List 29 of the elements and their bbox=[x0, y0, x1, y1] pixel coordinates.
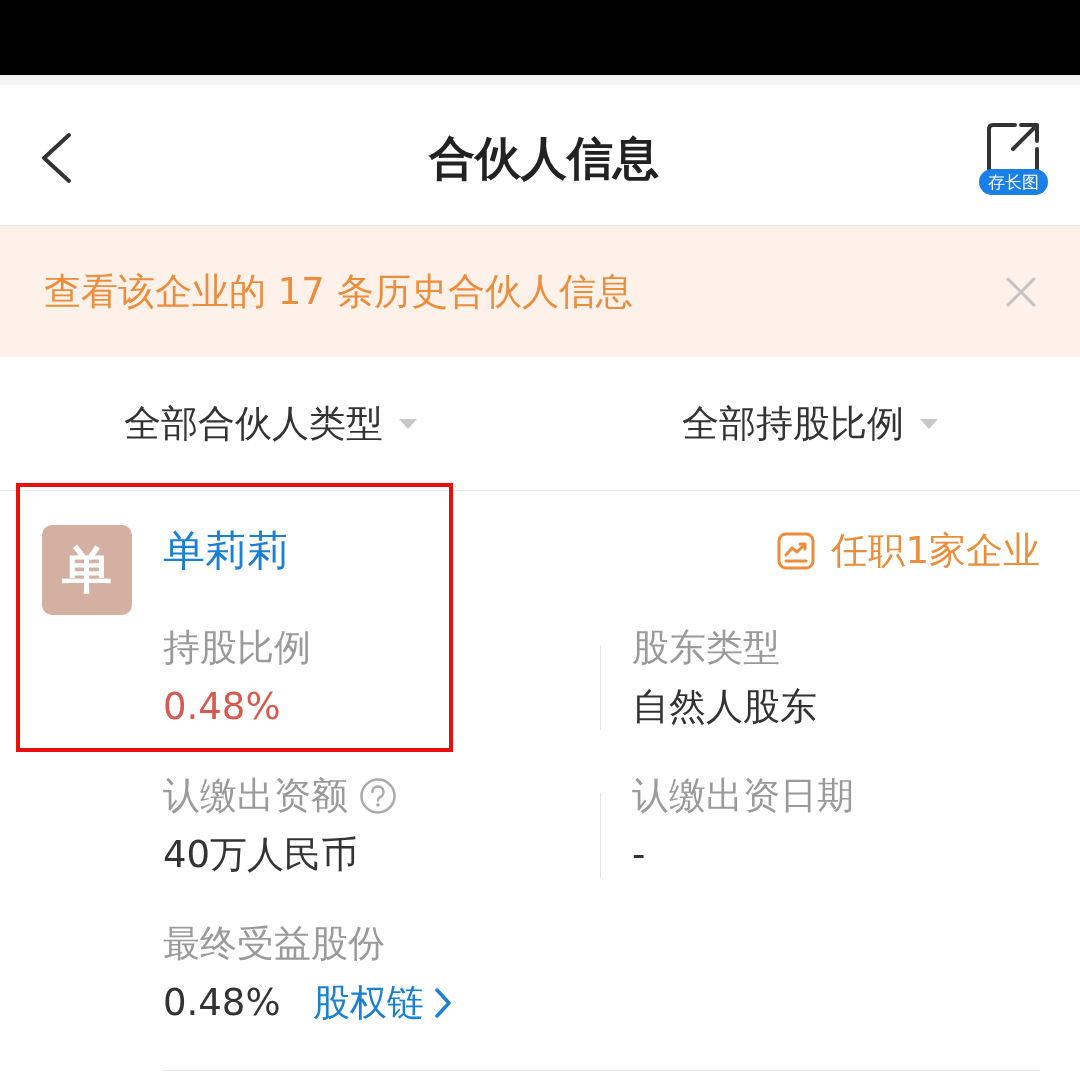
share-ratio-value: 0.48% bbox=[163, 684, 281, 730]
filter-dropdown[interactable]: 全部持股比例 bbox=[682, 398, 938, 449]
caret-down-icon bbox=[398, 418, 417, 429]
help-icon[interactable] bbox=[360, 778, 396, 814]
caret-down-icon bbox=[920, 418, 938, 429]
close-button[interactable] bbox=[1006, 276, 1036, 307]
partner-name-link[interactable]: 单莉莉 bbox=[163, 525, 289, 577]
back-button[interactable] bbox=[40, 132, 72, 184]
avatar-tile: 单 bbox=[42, 525, 132, 615]
field-label: 认缴出资日期 bbox=[632, 773, 854, 819]
field-label: 持股比例 bbox=[163, 625, 311, 671]
equity-chain-link[interactable]: 股权链 bbox=[312, 980, 452, 1026]
field-label: 股东类型 bbox=[632, 625, 780, 671]
field-label: 最终受益股份 bbox=[163, 921, 385, 967]
trend-chart-icon bbox=[777, 532, 816, 570]
field-value: 自然人股东 bbox=[632, 684, 817, 730]
save-image-tag: 存长图 bbox=[979, 169, 1048, 195]
chevron-right-icon bbox=[433, 987, 452, 1019]
back-icon bbox=[40, 132, 72, 184]
field-label: 认缴出资额 bbox=[163, 773, 348, 819]
history-notice-text[interactable]: 查看该企业的 17 条历史合伙人信息 bbox=[44, 266, 633, 317]
page-title: 合伙人信息 bbox=[429, 130, 659, 186]
close-icon bbox=[1006, 276, 1036, 307]
field-value: 0.48% bbox=[163, 980, 281, 1026]
field-value: 40万人民币 bbox=[163, 832, 359, 878]
field-value: - bbox=[632, 832, 646, 878]
positions-link[interactable]: 任职1家企业 bbox=[777, 526, 1040, 576]
save-long-image-button[interactable]: 存长图 bbox=[979, 121, 1048, 195]
filter-dropdown[interactable]: 全部合伙人类型 bbox=[123, 398, 417, 449]
